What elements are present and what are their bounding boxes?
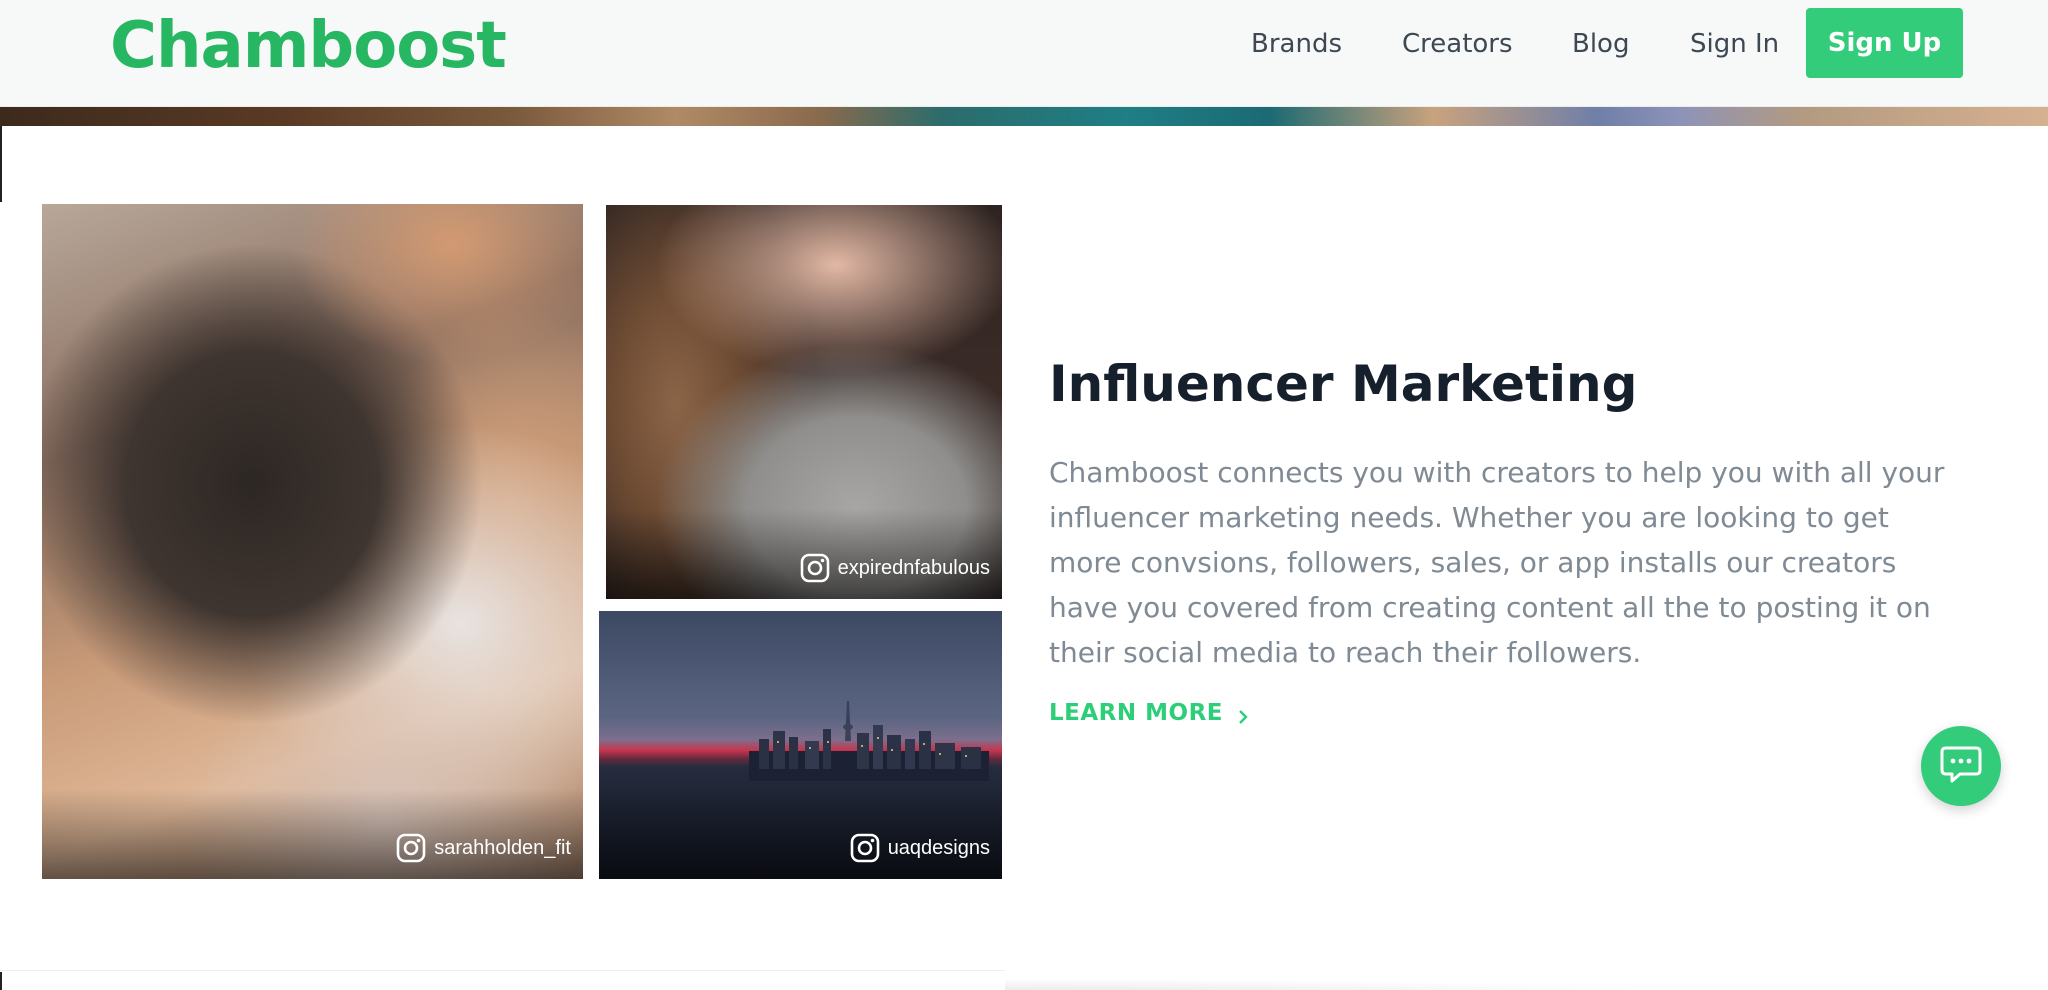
chevron-right-icon [1237, 705, 1249, 724]
creator-photo-uaqdesigns[interactable]: uaqdesigns [599, 611, 1002, 879]
section-description: Chamboost connects you with creators to … [1049, 456, 1945, 669]
nav-creators-link[interactable]: Creators [1402, 22, 1513, 66]
creator-tag: uaqdesigns [850, 833, 990, 863]
creator-tag: expirednfabulous [800, 553, 990, 583]
nav-brands-link[interactable]: Brands [1251, 22, 1342, 66]
instagram-icon [800, 553, 830, 583]
site-header: Chamboost Brands Creators Blog Sign In S… [0, 0, 2048, 107]
creator-handle: sarahholden_fit [434, 836, 571, 859]
instagram-icon [396, 833, 426, 863]
chat-bubble-icon [1940, 744, 1982, 788]
next-section-card [0, 970, 1005, 990]
window-edge [0, 972, 2, 990]
section-title: Influencer Marketing [1049, 355, 1638, 413]
creator-handle: uaqdesigns [887, 836, 990, 859]
hero-image-strip [0, 107, 2048, 126]
chamboost-logo[interactable]: Chamboost [110, 6, 507, 86]
instagram-icon [850, 833, 880, 863]
chat-button[interactable] [1921, 726, 2001, 806]
learn-more-link[interactable]: LEARN MORE [1049, 697, 1249, 729]
creator-handle: expirednfabulous [837, 556, 990, 579]
creator-tag: sarahholden_fit [396, 833, 571, 863]
creator-photo-sarahholden[interactable]: sarahholden_fit [42, 204, 583, 879]
learn-more-label: LEARN MORE [1049, 700, 1223, 726]
nav-sign-in-link[interactable]: Sign In [1690, 22, 1779, 66]
nav-blog-link[interactable]: Blog [1572, 22, 1629, 66]
creator-photo-expirednfabulous[interactable]: expirednfabulous [606, 205, 1002, 599]
sign-up-button[interactable]: Sign Up [1806, 8, 1963, 78]
city-skyline-graphic [749, 701, 989, 781]
